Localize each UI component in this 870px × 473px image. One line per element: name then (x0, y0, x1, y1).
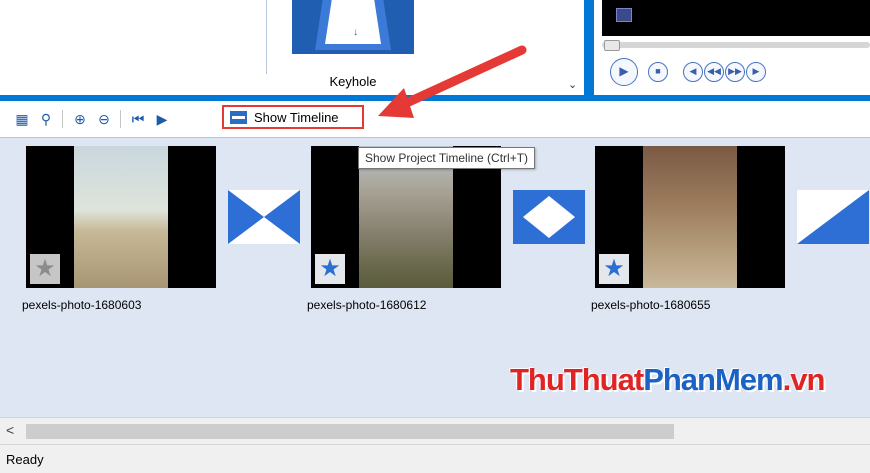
star-icon[interactable]: ★ (599, 254, 629, 284)
timeline-icon (230, 111, 247, 124)
watermark-part: .vn (782, 362, 826, 397)
clip-thumbnail[interactable]: ★ (595, 146, 785, 288)
star-icon[interactable]: ★ (315, 254, 345, 284)
toolbar-separator (120, 110, 121, 128)
status-text: Ready (6, 452, 44, 467)
watermark: ThuThuatPhanMem.vn (510, 362, 826, 398)
rewind-storyboard-icon[interactable]: ⏮ (130, 111, 146, 127)
monitor-icon (616, 8, 632, 22)
show-timeline-label: Show Timeline (254, 110, 339, 125)
play-icon[interactable]: ▶ (610, 58, 638, 86)
narrate-icon[interactable]: ⚲ (38, 111, 54, 127)
show-timeline-button[interactable]: Show Timeline (222, 105, 364, 129)
star-icon[interactable]: ★ (30, 254, 60, 284)
diamond-transition[interactable] (513, 190, 585, 244)
zoom-out-icon[interactable]: ⊖ (96, 111, 112, 127)
clip-name: pexels-photo-1680612 (307, 298, 427, 312)
diagonal-transition[interactable] (797, 190, 869, 244)
tooltip: Show Project Timeline (Ctrl+T) (358, 147, 536, 169)
preview-player: ▶ ■ ◀ ◀◀ ▶▶ ▶ (594, 0, 870, 95)
set-audio-levels-icon[interactable]: ▦ (14, 111, 30, 127)
watermark-part: ThuThuat (510, 362, 644, 397)
next-frame-icon[interactable]: ▶ (746, 62, 766, 82)
clip-photo (74, 146, 168, 288)
rewind-icon[interactable]: ◀◀ (704, 62, 724, 82)
toolbar-separator (62, 110, 63, 128)
clip-photo (643, 146, 737, 288)
pane-splitter-vertical[interactable] (584, 0, 594, 101)
zoom-in-icon[interactable]: ⊕ (72, 111, 88, 127)
scroll-left-arrow[interactable]: < (6, 422, 14, 438)
bow-tie-transition[interactable] (228, 190, 300, 244)
pane-divider (266, 0, 267, 74)
scrollbar-thumb[interactable] (26, 424, 674, 439)
seek-thumb[interactable] (604, 40, 620, 51)
keyhole-label: Keyhole (329, 74, 377, 89)
transitions-pane: ↓ Keyhole ⌄ (0, 0, 584, 95)
previous-frame-icon[interactable]: ◀ (683, 62, 703, 82)
watermark-part: PhanMem (643, 362, 783, 397)
chevron-down-icon[interactable]: ⌄ (568, 78, 577, 91)
storyboard-toolbar: ▦ ⚲ ⊕ ⊖ ⏮ ▶ Show Timeline (0, 101, 870, 137)
status-bar: Ready (0, 444, 870, 473)
seek-bar[interactable] (602, 42, 870, 48)
arrow-down-icon: ↓ (353, 27, 358, 38)
clip-name: pexels-photo-1680655 (591, 298, 711, 312)
horizontal-scrollbar[interactable]: < (0, 417, 870, 444)
play-storyboard-icon[interactable]: ▶ (154, 111, 170, 127)
fast-forward-icon[interactable]: ▶▶ (725, 62, 745, 82)
stop-icon[interactable]: ■ (648, 62, 668, 82)
preview-screen (602, 0, 870, 36)
clip-name: pexels-photo-1680603 (22, 298, 142, 312)
clip-thumbnail[interactable]: ★ (26, 146, 216, 288)
